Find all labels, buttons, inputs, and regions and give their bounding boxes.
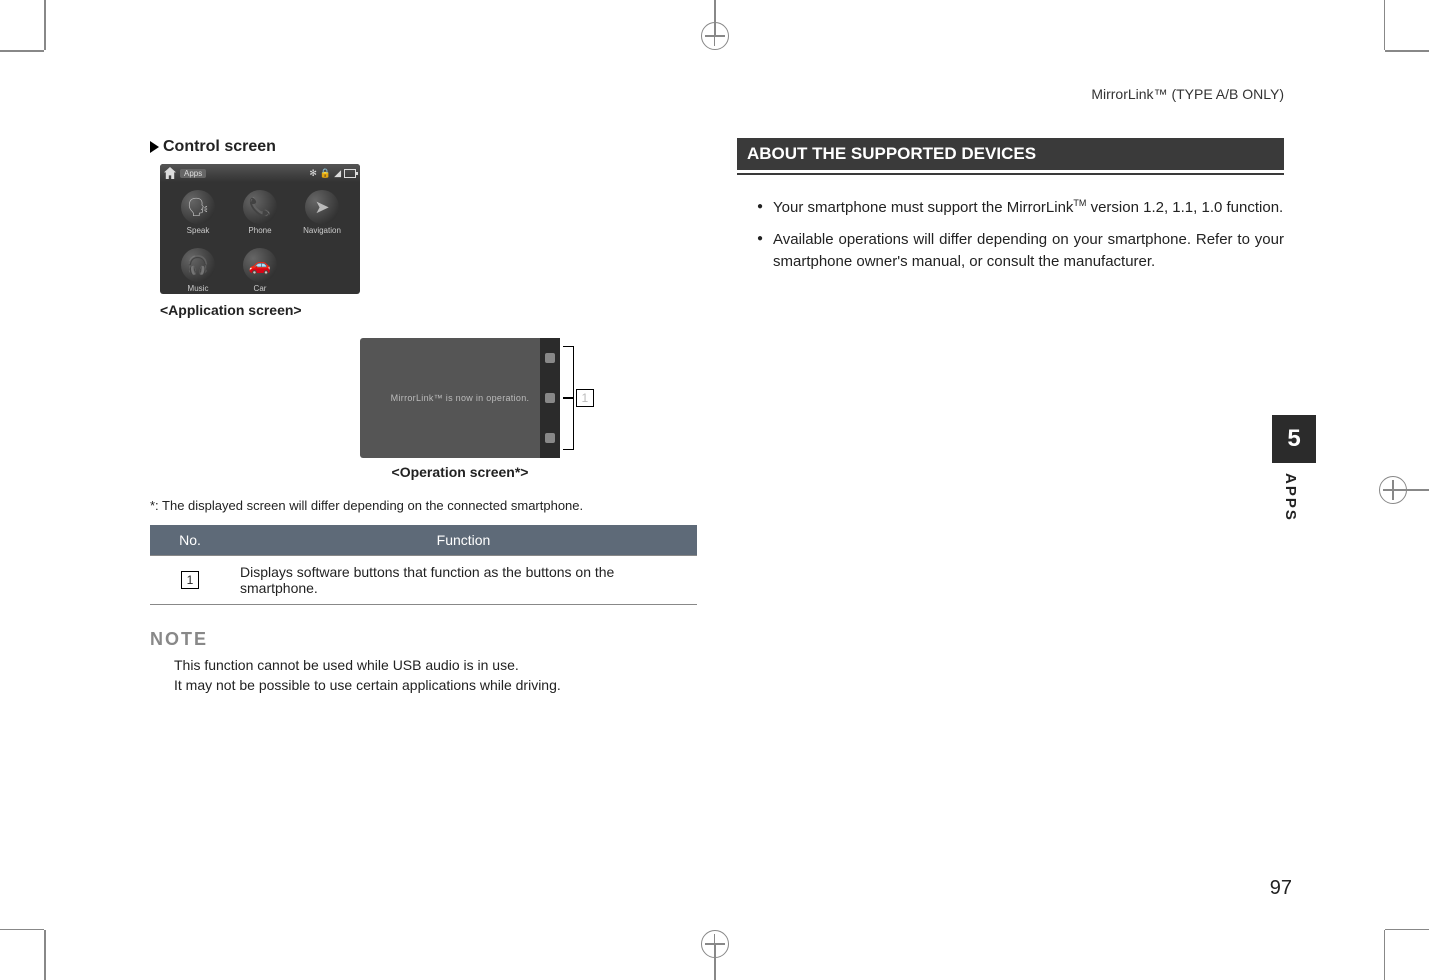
bullet-list: Your smartphone must support the MirrorL… (757, 197, 1284, 272)
lock-icon: 🔒 (320, 168, 331, 179)
app-top-bar: Apps ✻ 🔒 ◢ (160, 164, 360, 182)
note-heading: NOTE (150, 629, 697, 650)
operation-screenshot-wrap: MirrorLink™ is now in operation. 1 <Oper… (360, 338, 600, 480)
crop-corner (1384, 0, 1386, 50)
page: MirrorLink™ (TYPE A/B ONLY) Control scre… (0, 0, 1429, 980)
section-underline (737, 173, 1284, 175)
application-screenshot: Apps ✻ 🔒 ◢ 🗣Speak 📞Phone ➤Navigation 🎧Mu… (160, 164, 360, 294)
operation-screen-caption: <Operation screen*> (360, 464, 560, 480)
note-line: It may not be possible to use certain ap… (174, 676, 697, 696)
row-number-box: 1 (181, 571, 199, 589)
content-area: MirrorLink™ (TYPE A/B ONLY) Control scre… (150, 90, 1284, 910)
crop-corner (44, 930, 46, 980)
bluetooth-icon: ✻ (309, 168, 317, 179)
side-tab: 5 APPS (1272, 415, 1316, 522)
app-icon-car: 🚗Car (232, 248, 288, 294)
app-icon-phone: 📞Phone (232, 190, 288, 244)
left-column: Control screen Apps ✻ 🔒 ◢ 🗣S (150, 90, 697, 910)
bullet-item: Available operations will differ dependi… (757, 229, 1284, 273)
table-row: 1 Displays software buttons that functio… (150, 556, 697, 605)
app-icon-music: 🎧Music (170, 248, 226, 294)
table-header-no: No. (150, 525, 230, 556)
callout-number-box: 1 (576, 389, 594, 407)
table-cell-function: Displays software buttons that function … (230, 556, 697, 605)
crop-corner (1385, 50, 1429, 52)
soft-button-icon (545, 353, 555, 363)
side-tab-label: APPS (1272, 463, 1309, 522)
footnote: *: The displayed screen will differ depe… (150, 498, 697, 513)
home-icon (164, 167, 176, 179)
operation-screenshot: MirrorLink™ is now in operation. 1 (360, 338, 560, 458)
section-heading: ABOUT THE SUPPORTED DEVICES (737, 138, 1284, 170)
app-icon-label: Speak (187, 226, 210, 235)
signal-icon: ◢ (334, 168, 341, 179)
note-body: This function cannot be used while USB a… (174, 656, 697, 695)
app-bar-label: Apps (180, 169, 206, 178)
table-cell-no: 1 (150, 556, 230, 605)
operation-screen-text: MirrorLink™ is now in operation. (391, 393, 530, 403)
app-icon-label: Car (254, 284, 267, 293)
app-icon-label: Music (188, 284, 209, 293)
battery-icon (344, 169, 356, 178)
page-number: 97 (1270, 877, 1292, 900)
crop-corner (44, 0, 46, 50)
function-table: No. Function 1 Displays software buttons… (150, 525, 697, 605)
soft-button-icon (545, 393, 555, 403)
app-grid: 🗣Speak 📞Phone ➤Navigation 🎧Music 🚗Car (160, 182, 360, 294)
crop-circle-right (1379, 476, 1407, 504)
app-icon-navigation: ➤Navigation (294, 190, 350, 244)
app-icon-label: Navigation (303, 226, 341, 235)
application-screen-caption: <Application screen> (160, 302, 697, 318)
crop-corner (0, 50, 44, 52)
crop-corner (0, 929, 44, 931)
triangle-bullet-icon (150, 141, 159, 153)
callout-line (563, 397, 573, 399)
operation-side-buttons (540, 338, 560, 458)
control-screen-title-text: Control screen (163, 138, 276, 155)
callout-1: 1 (563, 389, 594, 407)
soft-button-icon (545, 433, 555, 443)
bullet-item: Your smartphone must support the MirrorL… (757, 197, 1284, 219)
right-column: ABOUT THE SUPPORTED DEVICES Your smartph… (737, 90, 1284, 910)
crop-corner (1385, 929, 1429, 931)
crop-circle-bottom (701, 930, 729, 958)
app-icon-label: Phone (248, 226, 271, 235)
control-screen-title: Control screen (150, 138, 697, 156)
side-tab-number: 5 (1272, 415, 1316, 463)
note-line: This function cannot be used while USB a… (174, 656, 697, 676)
crop-circle-top (701, 22, 729, 50)
table-header-function: Function (230, 525, 697, 556)
app-icon-speak: 🗣Speak (170, 190, 226, 244)
crop-corner (1384, 930, 1386, 980)
status-icons: ✻ 🔒 ◢ (309, 168, 356, 179)
